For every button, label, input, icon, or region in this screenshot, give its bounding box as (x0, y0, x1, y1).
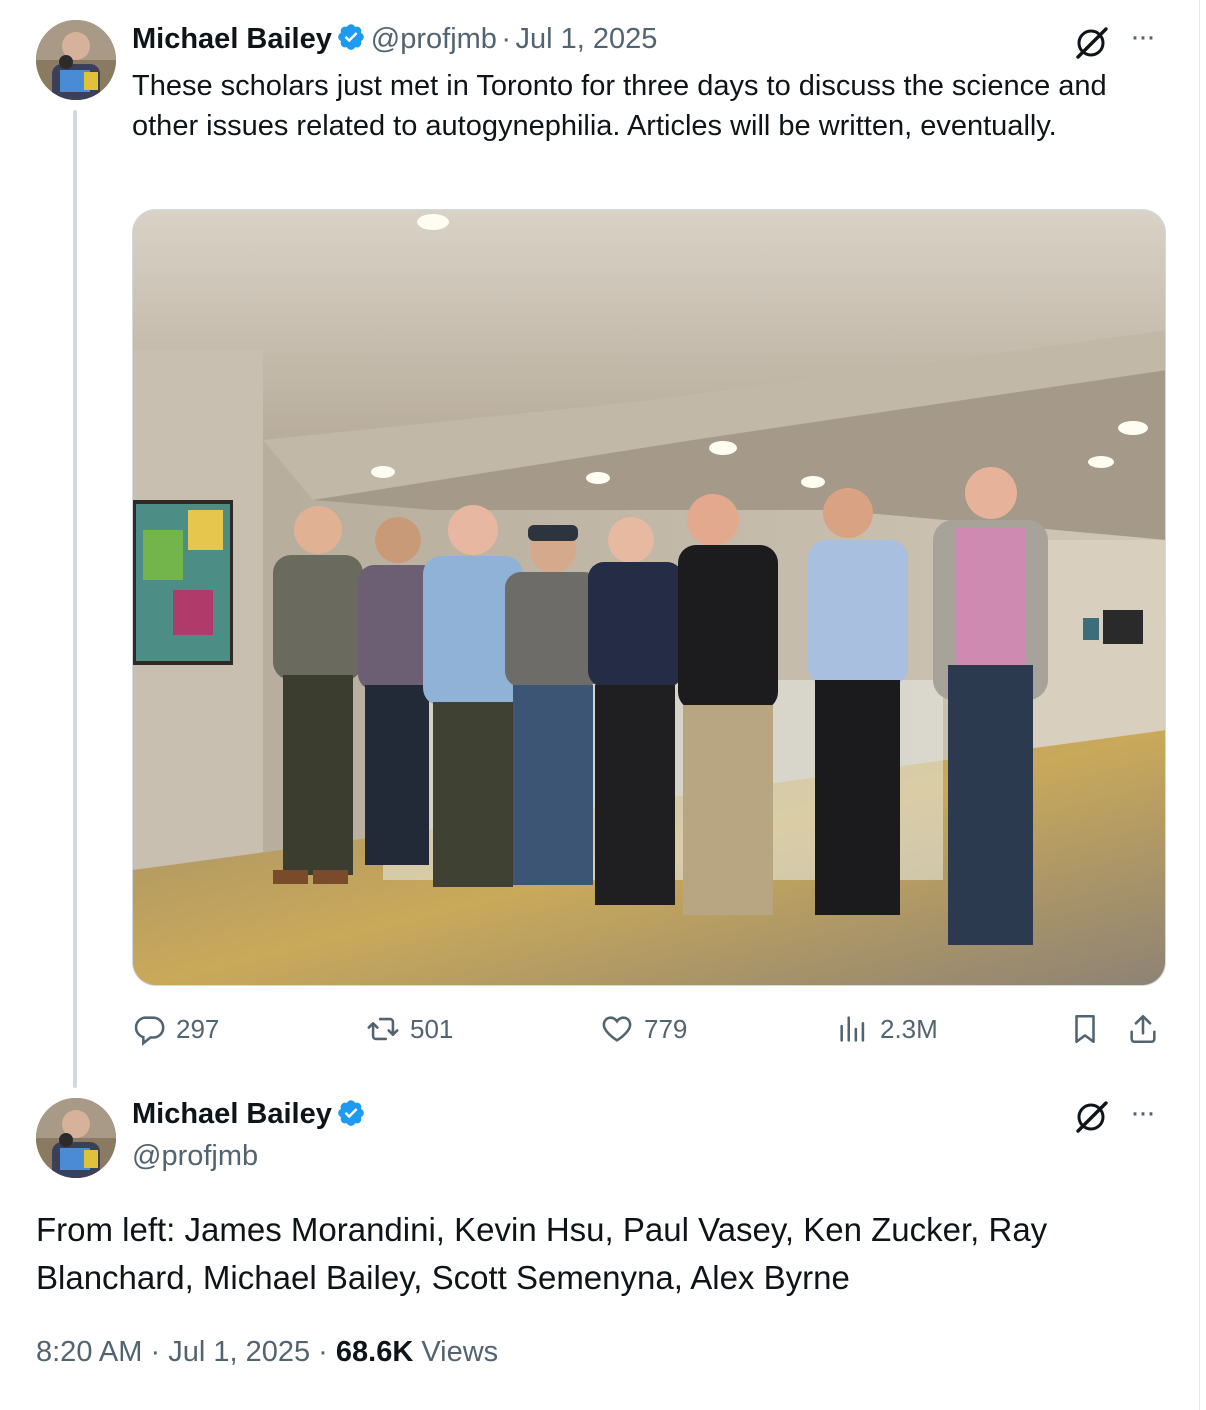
reply-views-label: Views (421, 1336, 499, 1368)
reply-author-handle[interactable]: @profjmb (132, 1140, 258, 1173)
reply-author-name[interactable]: Michael Bailey (132, 1098, 332, 1130)
verified-badge-icon (336, 22, 366, 57)
like-icon (602, 1016, 632, 1042)
author-avatar[interactable] (36, 20, 116, 100)
reply-text: From left: James Morandini, Kevin Hsu, P… (36, 1211, 1048, 1296)
reply-metadata: 8:20 AM · Jul 1, 2025 · 68.6K Views (36, 1336, 498, 1369)
views-count: 2.3M (880, 1013, 938, 1044)
more-icon[interactable]: ··· (1130, 1096, 1156, 1130)
reply-time[interactable]: 8:20 AM (36, 1336, 142, 1368)
repost-count: 501 (410, 1013, 454, 1044)
author-handle[interactable]: @profjmb (371, 23, 497, 55)
like-count: 779 (644, 1013, 688, 1044)
thread-connector-line (73, 110, 77, 1088)
share-button[interactable] (1126, 1012, 1170, 1046)
tweet-text: These scholars just met in Toronto for t… (132, 70, 1107, 142)
reply-button[interactable]: 297 (132, 1012, 219, 1046)
reply-header: Michael Bailey (132, 1098, 366, 1133)
views-button[interactable]: 2.3M (836, 1012, 938, 1046)
share-icon (1130, 1014, 1156, 1044)
repost-button[interactable]: 501 (366, 1012, 453, 1046)
grok-icon[interactable] (1072, 1100, 1110, 1139)
tweet-photo[interactable] (132, 209, 1166, 986)
header-separator: · (501, 23, 512, 55)
bookmark-button[interactable] (1068, 1012, 1112, 1046)
tweet-thread: Michael Bailey @profjmb · Jul 1, 2025 ··… (0, 0, 1200, 1410)
reply-icon (134, 1016, 165, 1046)
bookmark-icon (1075, 1014, 1095, 1044)
reply-author-avatar[interactable] (36, 1098, 116, 1178)
reply-date[interactable]: Jul 1, 2025 (168, 1336, 310, 1368)
like-button[interactable]: 779 (600, 1012, 687, 1046)
meta-separator: · (318, 1336, 328, 1368)
meta-separator: · (150, 1336, 161, 1368)
repost-icon (367, 1017, 399, 1041)
grok-icon[interactable] (1072, 26, 1110, 65)
reply-views-count: 68.6K (335, 1336, 414, 1368)
tweet-header: Michael Bailey @profjmb · Jul 1, 2025 (132, 22, 657, 57)
verified-badge-icon (336, 1098, 366, 1133)
tweet-date[interactable]: Jul 1, 2025 (516, 23, 658, 55)
more-icon[interactable]: ··· (1130, 20, 1156, 54)
author-name[interactable]: Michael Bailey (132, 23, 332, 55)
views-icon (840, 1016, 865, 1042)
reply-count: 297 (176, 1013, 220, 1044)
